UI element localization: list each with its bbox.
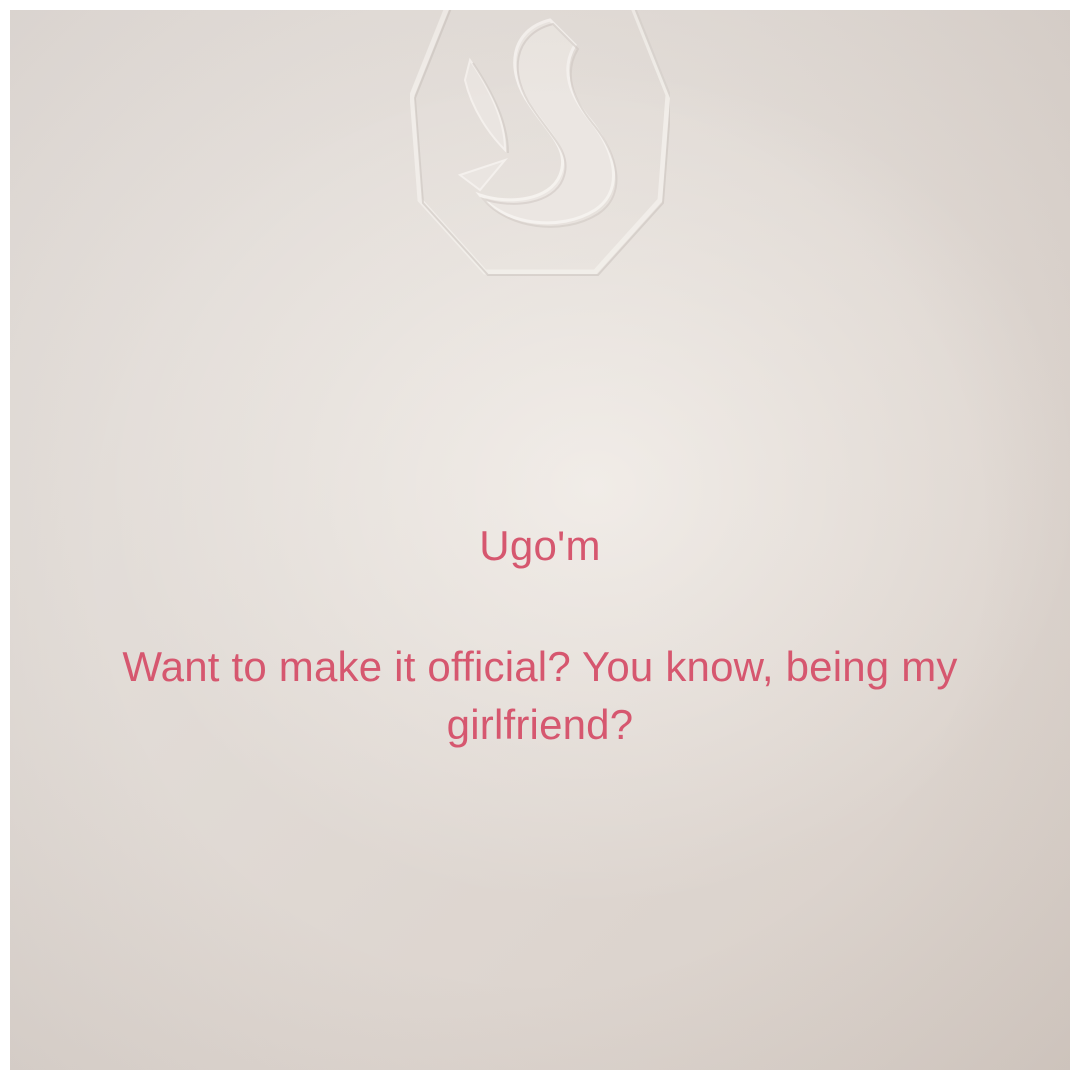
swan-logo-emboss-icon <box>410 10 670 276</box>
card-greeting: Ugo'm <box>479 522 601 569</box>
card-message: Want to make it official? You know, bein… <box>122 643 958 748</box>
card-photo: Ugo'm Want to make it official? You know… <box>10 10 1070 1070</box>
